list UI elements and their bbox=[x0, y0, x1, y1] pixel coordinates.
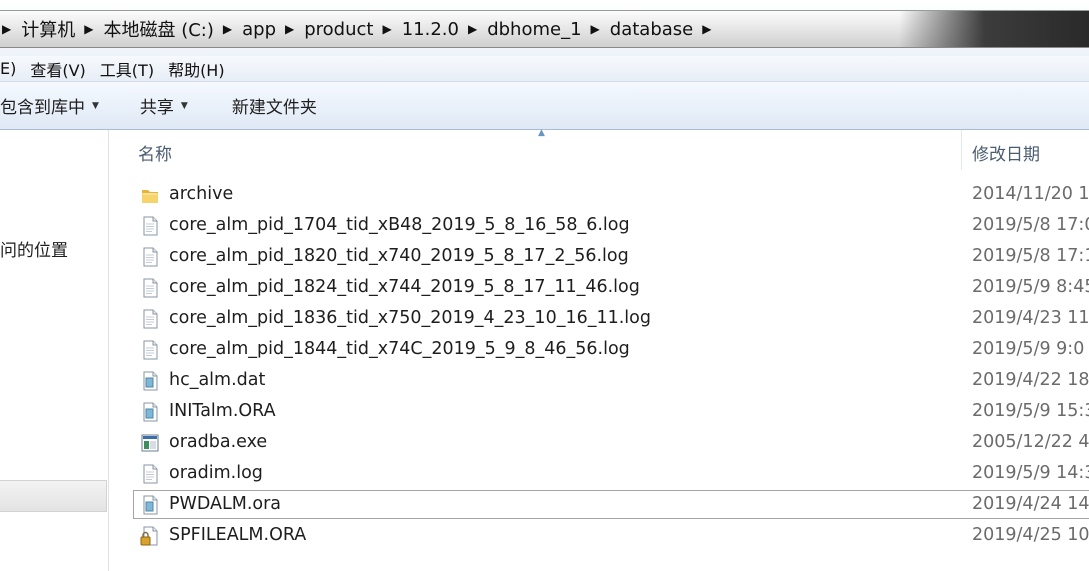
column-header-row: ▲ 名称 修改日期 bbox=[110, 128, 1089, 170]
column-header-name[interactable]: 名称 bbox=[138, 140, 172, 165]
file-name: core_alm_pid_1704_tid_xB48_2019_5_8_16_5… bbox=[169, 215, 630, 235]
share-button[interactable]: 共享 ▼ bbox=[140, 93, 188, 118]
file-row[interactable]: oradim.log 2019/5/9 14:3 bbox=[110, 459, 1089, 490]
menu-bar: E) 查看(V) 工具(T) 帮助(H) bbox=[0, 56, 1089, 82]
column-divider[interactable] bbox=[961, 130, 962, 170]
breadcrumb-item[interactable]: 11.2.0 bbox=[401, 19, 460, 40]
breadcrumb-arrow-icon[interactable]: ▶ bbox=[702, 22, 711, 36]
breadcrumb-arrow-icon[interactable]: ▶ bbox=[2, 22, 11, 36]
generic-file-icon bbox=[140, 402, 160, 422]
breadcrumb-item[interactable]: dbhome_1 bbox=[486, 19, 582, 40]
nav-item-recent-places[interactable]: 问的位置 bbox=[0, 236, 68, 261]
file-date-modified: 2019/5/9 9:0 bbox=[972, 339, 1085, 359]
nav-item-selected[interactable] bbox=[0, 480, 107, 512]
new-folder-label: 新建文件夹 bbox=[231, 98, 317, 118]
new-folder-button[interactable]: 新建文件夹 bbox=[232, 93, 317, 118]
file-name: oradim.log bbox=[169, 463, 263, 483]
file-name: archive bbox=[169, 184, 234, 204]
file-name: oradba.exe bbox=[169, 432, 268, 452]
breadcrumb-item[interactable]: database bbox=[609, 19, 694, 40]
file-date-modified: 2019/4/24 14 bbox=[972, 494, 1089, 514]
breadcrumb-arrow-icon[interactable]: ▶ bbox=[223, 22, 232, 36]
file-name: PWDALM.ora bbox=[169, 494, 282, 514]
file-name: core_alm_pid_1836_tid_x750_2019_4_23_10_… bbox=[169, 308, 651, 328]
file-name: SPFILEALM.ORA bbox=[169, 525, 307, 545]
file-row[interactable]: oradba.exe 2005/12/22 4 bbox=[110, 428, 1089, 459]
include-in-library-button[interactable]: 包含到库中 ▼ bbox=[0, 93, 99, 118]
breadcrumb-arrow-icon[interactable]: ▶ bbox=[84, 22, 93, 36]
file-date-modified: 2019/5/8 17:1 bbox=[972, 246, 1089, 266]
file-name: core_alm_pid_1820_tid_x740_2019_5_8_17_2… bbox=[169, 246, 629, 266]
command-bar: 包含到库中 ▼ 共享 ▼ 新建文件夹 bbox=[0, 82, 1089, 130]
locked-file-icon bbox=[140, 526, 160, 546]
dropdown-caret-icon: ▼ bbox=[92, 100, 99, 111]
sort-ascending-icon: ▲ bbox=[538, 128, 545, 138]
file-name: INITalm.ORA bbox=[169, 401, 276, 421]
address-bar[interactable]: ▶ 计算机 ▶ 本地磁盘 (C:) ▶ app ▶ product ▶ 11.2.0 ▶ dbhome… bbox=[0, 10, 1089, 48]
menu-tools[interactable]: 工具(T) bbox=[93, 57, 161, 81]
breadcrumb-arrow-icon[interactable]: ▶ bbox=[382, 22, 391, 36]
menu-view[interactable]: 查看(V) bbox=[23, 57, 92, 81]
breadcrumb-arrow-icon[interactable]: ▶ bbox=[591, 22, 600, 36]
file-date-modified: 2019/5/8 17:0 bbox=[972, 215, 1089, 235]
file-date-modified: 2019/4/23 11 bbox=[972, 308, 1089, 328]
file-row[interactable]: core_alm_pid_1844_tid_x74C_2019_5_9_8_46… bbox=[110, 335, 1089, 366]
file-name: core_alm_pid_1844_tid_x74C_2019_5_9_8_46… bbox=[169, 339, 630, 359]
text-file-icon bbox=[140, 464, 160, 484]
file-row[interactable]: core_alm_pid_1836_tid_x750_2019_4_23_10_… bbox=[110, 304, 1089, 335]
breadcrumb-item[interactable]: product bbox=[303, 19, 374, 40]
file-date-modified: 2019/5/9 15:3 bbox=[972, 401, 1089, 421]
column-header-date-modified[interactable]: 修改日期 bbox=[972, 140, 1040, 165]
folder-icon bbox=[140, 185, 160, 205]
breadcrumb-item[interactable]: app bbox=[241, 19, 277, 40]
file-date-modified: 2014/11/20 1 bbox=[972, 184, 1089, 204]
generic-file-icon bbox=[140, 495, 160, 515]
dropdown-caret-icon: ▼ bbox=[180, 100, 188, 111]
file-row[interactable]: SPFILEALM.ORA 2019/4/25 10 bbox=[110, 521, 1089, 552]
file-date-modified: 2019/4/25 10 bbox=[972, 525, 1089, 545]
text-file-icon bbox=[140, 278, 160, 298]
share-label: 共享 bbox=[139, 98, 174, 118]
file-row[interactable]: core_alm_pid_1704_tid_xB48_2019_5_8_16_5… bbox=[110, 211, 1089, 242]
file-name: core_alm_pid_1824_tid_x744_2019_5_8_17_1… bbox=[169, 277, 640, 297]
breadcrumb-item[interactable]: 计算机 bbox=[20, 16, 76, 42]
include-in-library-label: 包含到库中 bbox=[0, 98, 85, 118]
file-row[interactable]: hc_alm.dat 2019/4/22 18 bbox=[110, 366, 1089, 397]
text-file-icon bbox=[140, 247, 160, 267]
text-file-icon bbox=[140, 216, 160, 236]
file-date-modified: 2019/5/9 14:3 bbox=[972, 463, 1089, 483]
file-list: archive 2014/11/20 1 core_alm_pid_1704_tid… bbox=[110, 180, 1089, 552]
breadcrumb-item[interactable]: 本地磁盘 (C:) bbox=[102, 16, 214, 42]
text-file-icon bbox=[140, 309, 160, 329]
file-row[interactable]: core_alm_pid_1824_tid_x744_2019_5_8_17_1… bbox=[110, 273, 1089, 304]
file-row[interactable]: core_alm_pid_1820_tid_x740_2019_5_8_17_2… bbox=[110, 242, 1089, 273]
file-row[interactable]: PWDALM.ora 2019/4/24 14 bbox=[110, 490, 1089, 521]
exe-file-icon bbox=[140, 433, 160, 453]
breadcrumb-arrow-icon[interactable]: ▶ bbox=[285, 22, 294, 36]
menu-edit[interactable]: E) bbox=[0, 59, 23, 78]
file-row[interactable]: archive 2014/11/20 1 bbox=[110, 180, 1089, 211]
file-date-modified: 2019/4/22 18 bbox=[972, 370, 1089, 390]
file-row[interactable]: INITalm.ORA 2019/5/9 15:3 bbox=[110, 397, 1089, 428]
breadcrumb-arrow-icon[interactable]: ▶ bbox=[468, 22, 477, 36]
file-name: hc_alm.dat bbox=[169, 370, 266, 390]
generic-file-icon bbox=[140, 371, 160, 391]
address-bar-area: ▶ 计算机 ▶ 本地磁盘 (C:) ▶ app ▶ product ▶ 11.2.0 ▶ dbhome… bbox=[0, 0, 1089, 56]
navigation-pane[interactable]: 问的位置 bbox=[0, 130, 109, 571]
menu-help[interactable]: 帮助(H) bbox=[161, 57, 232, 81]
text-file-icon bbox=[140, 340, 160, 360]
file-date-modified: 2005/12/22 4 bbox=[972, 432, 1089, 452]
breadcrumb: ▶ 计算机 ▶ 本地磁盘 (C:) ▶ app ▶ product ▶ 11.2.0 ▶ dbhome… bbox=[0, 11, 720, 47]
file-date-modified: 2019/5/9 8:45 bbox=[972, 277, 1089, 297]
